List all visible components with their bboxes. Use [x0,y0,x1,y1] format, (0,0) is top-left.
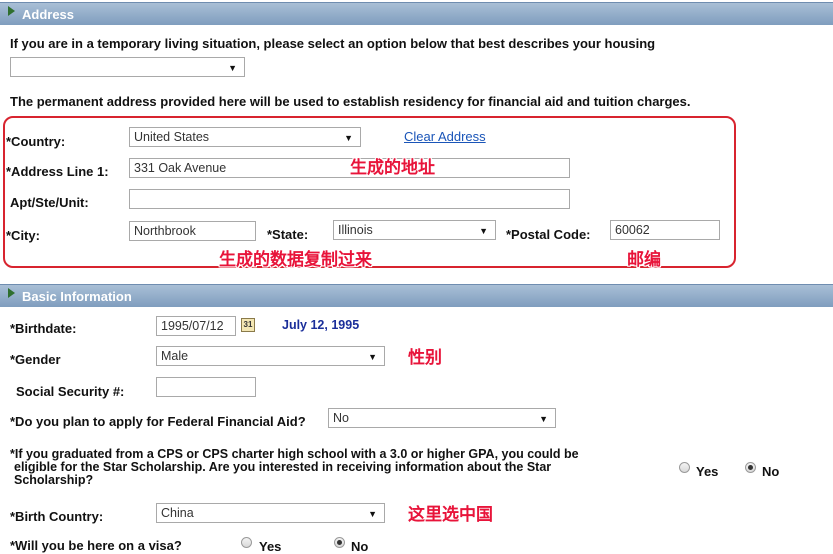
annotation-generated-address: 生成的地址 [350,158,435,178]
postal-code-label: *Postal Code: [506,227,591,242]
birthdate-label: *Birthdate: [10,321,77,336]
gender-select[interactable]: Male ▼ [156,346,385,366]
clear-address-link[interactable]: Clear Address [404,129,486,144]
state-label: *State: [267,227,309,242]
country-label: *Country: [6,134,66,149]
visa-label: *Will you be here on a visa? [10,538,182,553]
star-no-label: No [762,464,780,479]
birthdate-input[interactable]: 1995/07/12 [156,316,236,336]
star-no-radio[interactable] [745,462,756,473]
housing-question: If you are in a temporary living situati… [10,36,656,51]
annotation-gender: 性别 [408,348,442,368]
city-input[interactable]: Northbrook [129,221,256,241]
birthdate-display: July 12, 1995 [282,318,360,332]
annotation-copy-data: 生成的数据复制过来 [219,250,372,270]
apt-label: Apt/Ste/Unit: [10,195,89,210]
birth-country-label: *Birth Country: [10,509,104,524]
annotation-postal-code: 邮编 [627,250,661,270]
postal-code-input[interactable]: 60062 [610,220,720,240]
visa-no-radio[interactable] [334,537,345,548]
triangle-right-icon [8,6,15,16]
federal-aid-select[interactable]: No ▼ [328,408,556,428]
chevron-down-icon: ▼ [368,509,377,519]
gender-label: *Gender [10,352,61,367]
triangle-right-icon [8,288,15,298]
annotation-choose-china: 这里选中国 [408,505,493,525]
federal-aid-label: *Do you plan to apply for Federal Financ… [10,414,306,429]
chevron-down-icon: ▼ [368,352,377,362]
ssn-label: Social Security #: [16,384,125,399]
visa-yes-radio[interactable] [241,537,252,548]
permanent-address-note: The permanent address provided here will… [10,94,691,109]
address-section-title: Address [22,7,75,22]
star-yes-radio[interactable] [679,462,690,473]
state-select[interactable]: Illinois ▼ [333,220,496,240]
birth-country-select[interactable]: China ▼ [156,503,385,523]
country-select[interactable]: United States ▼ [129,127,361,147]
basic-info-section-title: Basic Information [22,289,132,304]
city-label: *City: [6,228,40,243]
star-scholarship-question: *If you graduated from a CPS or CPS char… [10,447,579,487]
ssn-input[interactable] [156,377,256,397]
chevron-down-icon: ▼ [228,63,237,73]
apt-input[interactable] [129,189,570,209]
basic-info-section-header[interactable]: Basic Information [0,284,833,307]
housing-select[interactable]: ▼ [10,57,245,77]
star-yes-label: Yes [696,464,719,479]
calendar-icon[interactable]: 31 [241,318,255,332]
chevron-down-icon: ▼ [344,133,353,143]
chevron-down-icon: ▼ [479,226,488,236]
chevron-down-icon: ▼ [539,414,548,424]
address-section-header[interactable]: Address [0,2,833,25]
address-line1-label: *Address Line 1: [6,164,109,179]
